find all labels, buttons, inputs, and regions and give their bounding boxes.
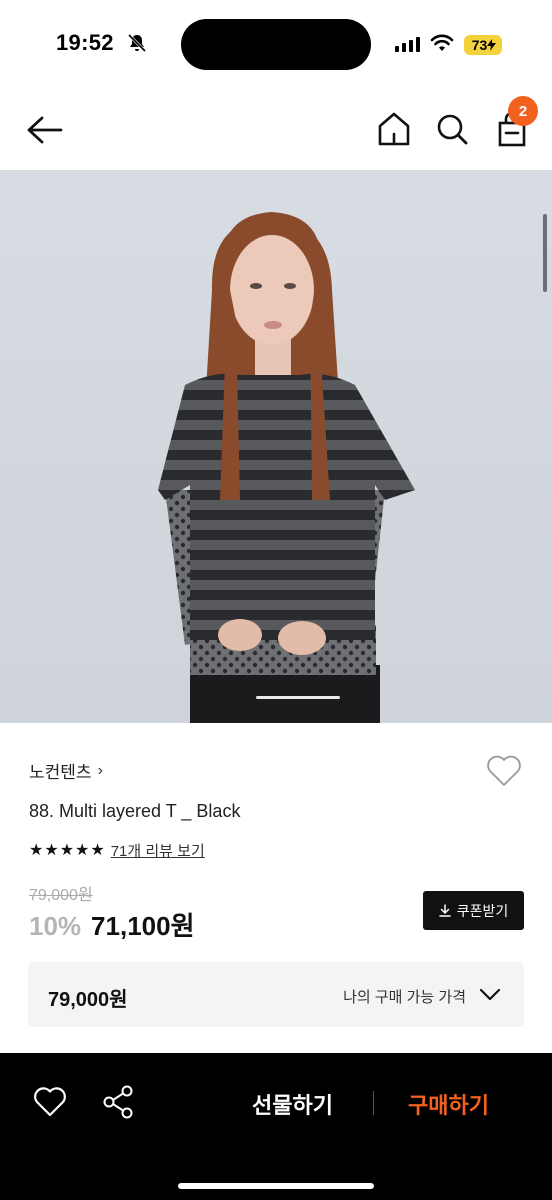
my-price-dropdown[interactable]: 79,000원 나의 구매 가능 가격 — [28, 962, 524, 1027]
coupon-button[interactable]: 쿠폰받기 — [423, 891, 524, 930]
charging-bolt-icon — [487, 39, 497, 51]
product-name: 88. Multi layered T _ Black — [29, 801, 241, 821]
dynamic-island — [181, 19, 371, 70]
status-time: 19:52 — [56, 30, 114, 55]
divider — [373, 1091, 374, 1115]
coupon-label: 쿠폰받기 — [456, 902, 509, 919]
discount-rate: 10% — [29, 911, 82, 941]
search-icon[interactable] — [434, 110, 470, 148]
share-icon[interactable] — [101, 1084, 135, 1120]
cart-count-badge: 2 — [508, 96, 538, 126]
back-arrow-icon[interactable] — [24, 112, 66, 148]
top-nav — [0, 90, 552, 170]
home-icon[interactable] — [376, 110, 412, 148]
brand-link[interactable]: 노컨텐츠 › — [29, 758, 103, 783]
product-image[interactable] — [0, 170, 552, 723]
status-bar: 19:52 73 — [0, 0, 552, 90]
my-price-value: 79,000원 — [48, 989, 128, 1011]
star-icon: ★ — [44, 841, 59, 859]
chevron-right-icon: › — [97, 761, 103, 779]
chevron-down-icon — [479, 988, 501, 1001]
gift-button[interactable]: 선물하기 — [252, 1088, 333, 1120]
my-price-label: 나의 구매 가능 가격 — [343, 989, 466, 1006]
bell-off-icon — [127, 33, 147, 53]
battery-level: 73 — [471, 37, 488, 53]
rating-row: ★ ★ ★ ★ ★ 71개 리뷰 보기 — [29, 840, 205, 861]
battery-indicator: 73 — [464, 35, 502, 55]
carousel-indicator — [256, 696, 340, 699]
star-icon: ★ — [59, 841, 75, 859]
model-photo — [158, 212, 415, 723]
star-icon: ★ — [29, 841, 44, 859]
buy-button[interactable]: 구매하기 — [408, 1088, 489, 1120]
star-icon: ★ — [75, 841, 90, 859]
home-indicator — [178, 1183, 374, 1189]
cellular-signal-icon — [395, 36, 420, 52]
download-icon — [438, 904, 451, 917]
brand-name: 노컨텐츠 — [29, 763, 92, 782]
wifi-icon — [430, 34, 454, 51]
heart-icon[interactable] — [33, 1086, 67, 1118]
price-row: 10% 71,100원 — [29, 906, 195, 943]
wishlist-heart-icon[interactable] — [486, 754, 522, 788]
sale-price: 71,100원 — [91, 911, 195, 941]
scroll-indicator — [543, 214, 547, 292]
original-price: 79,000원 — [29, 887, 93, 904]
rating-stars: ★ ★ ★ ★ ★ — [29, 842, 105, 860]
bottom-action-bar: 선물하기 구매하기 — [0, 1053, 552, 1200]
star-icon: ★ — [90, 841, 105, 859]
review-link[interactable]: 71개 리뷰 보기 — [111, 840, 205, 861]
